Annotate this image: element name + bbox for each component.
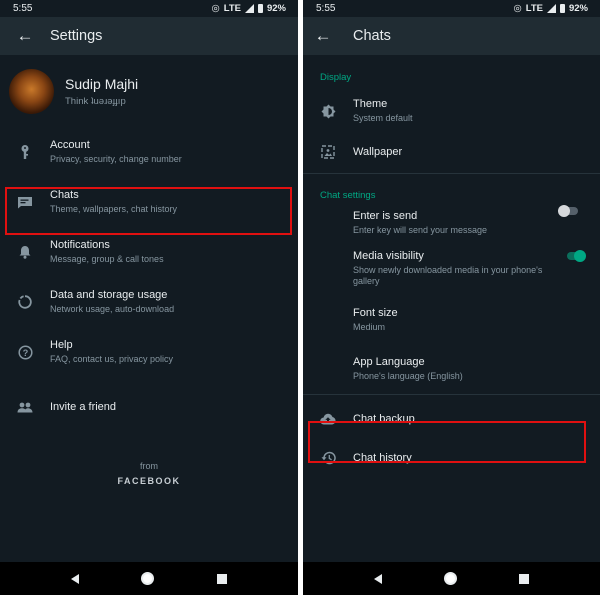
item-title: Font size: [353, 307, 398, 319]
page-title: Chats: [353, 28, 391, 44]
app-bar: ← Chats: [303, 17, 600, 55]
bell-icon: [0, 245, 50, 259]
battery-icon: [559, 4, 565, 13]
item-subtitle: FAQ, contact us, privacy policy: [50, 354, 174, 364]
item-title: Media visibility: [353, 250, 424, 262]
history-icon: [303, 451, 353, 465]
item-subtitle: System default: [353, 113, 413, 123]
settings-item-notifications[interactable]: Notifications Message, group & call tone…: [0, 227, 298, 277]
section-header-display: Display: [320, 71, 352, 83]
profile-row[interactable]: Sudip Majhi Think ʇuǝɹǝɟɟıp: [0, 55, 298, 127]
chats-item-chat-backup[interactable]: Chat backup: [303, 396, 600, 442]
settings-item-invite[interactable]: Invite a friend: [0, 377, 298, 437]
item-title: Chat backup: [353, 413, 415, 425]
chats-item-enter-is-send[interactable]: Enter is send Enter key will send your m…: [303, 205, 600, 237]
nav-recents-icon[interactable]: [519, 573, 529, 584]
back-arrow-icon[interactable]: ←: [0, 26, 50, 46]
item-title: Account: [50, 139, 90, 151]
back-arrow-icon[interactable]: ←: [303, 26, 343, 46]
item-subtitle: Message, group & call tones: [50, 254, 164, 264]
battery-icon: [257, 4, 263, 13]
chats-item-font-size[interactable]: Font size Medium: [303, 306, 600, 334]
nav-back-icon[interactable]: [374, 573, 382, 584]
page-title: Settings: [50, 28, 103, 44]
app-bar: ← Settings: [0, 17, 298, 55]
data-usage-icon: [0, 295, 50, 309]
media-visibility-toggle[interactable]: [564, 250, 586, 262]
settings-item-chats[interactable]: Chats Theme, wallpapers, chat history: [0, 177, 298, 227]
hotspot-icon: ◎: [513, 3, 522, 14]
settings-screen: 5:55 ◎ LTE 92% ← Settings Sudip Majhi Th…: [0, 0, 298, 595]
wallpaper-icon: [303, 145, 353, 159]
network-label: LTE: [223, 3, 241, 14]
item-title: Invite a friend: [50, 401, 117, 413]
from-label: from: [140, 461, 158, 471]
battery-percent: 92%: [266, 3, 286, 14]
item-subtitle: Network usage, auto-download: [50, 304, 175, 314]
item-title: Notifications: [50, 239, 110, 251]
status-time: 5:55: [316, 3, 336, 14]
item-title: Help: [50, 339, 73, 351]
item-title: Wallpaper: [353, 146, 403, 158]
item-subtitle: Show newly downloaded media in your phon…: [353, 265, 543, 286]
svg-text:?: ?: [22, 347, 28, 357]
chats-item-app-language[interactable]: App Language Phone's language (English): [303, 355, 600, 383]
item-subtitle: Phone's language (English): [353, 371, 463, 381]
key-icon: [0, 144, 50, 160]
item-subtitle: Theme, wallpapers, chat history: [50, 204, 178, 214]
facebook-brand: FACEBOOK: [117, 476, 181, 486]
profile-name: Sudip Majhi: [65, 75, 139, 92]
item-title: Theme: [353, 98, 388, 110]
hotspot-icon: ◎: [211, 3, 220, 14]
profile-about: Think ʇuǝɹǝɟɟıp: [65, 95, 126, 107]
enter-is-send-toggle[interactable]: [558, 205, 580, 217]
nav-recents-icon[interactable]: [216, 573, 227, 584]
signal-icon: [244, 4, 254, 13]
theme-icon: [303, 104, 353, 119]
nav-bar: [303, 562, 600, 595]
divider: [303, 394, 600, 395]
signal-icon: [546, 4, 556, 13]
item-title: Chat history: [353, 452, 412, 464]
item-subtitle: Enter key will send your message: [353, 225, 488, 235]
item-title: App Language: [353, 356, 425, 368]
chats-item-theme[interactable]: Theme System default: [303, 91, 600, 131]
status-bar: 5:55 ◎ LTE 92%: [303, 0, 600, 17]
item-title: Chats: [50, 189, 79, 201]
status-time: 5:55: [13, 3, 33, 14]
network-label: LTE: [525, 3, 543, 14]
help-icon: ?: [0, 344, 50, 360]
nav-bar: [0, 562, 298, 595]
settings-item-data-storage[interactable]: Data and storage usage Network usage, au…: [0, 277, 298, 327]
status-bar: 5:55 ◎ LTE 92%: [0, 0, 298, 17]
item-title: Data and storage usage: [50, 289, 168, 301]
settings-item-help[interactable]: ? Help FAQ, contact us, privacy policy: [0, 327, 298, 377]
chat-icon: [0, 196, 50, 209]
item-subtitle: Medium: [353, 322, 386, 332]
nav-home-icon[interactable]: [444, 572, 457, 585]
avatar[interactable]: [9, 68, 54, 114]
people-icon: [0, 402, 50, 413]
chats-item-media-visibility[interactable]: Media visibility Show newly downloaded m…: [303, 250, 600, 296]
chats-item-wallpaper[interactable]: Wallpaper: [303, 131, 600, 173]
nav-back-icon[interactable]: [71, 573, 80, 584]
battery-percent: 92%: [568, 3, 588, 14]
cloud-upload-icon: [303, 413, 353, 425]
settings-item-account[interactable]: Account Privacy, security, change number: [0, 127, 298, 177]
item-subtitle: Privacy, security, change number: [50, 154, 182, 164]
chats-item-chat-history[interactable]: Chat history: [303, 442, 600, 474]
nav-home-icon[interactable]: [141, 572, 155, 585]
chats-settings-screen: 5:55 ◎ LTE 92% ← Chats Display Theme Sys…: [303, 0, 600, 595]
